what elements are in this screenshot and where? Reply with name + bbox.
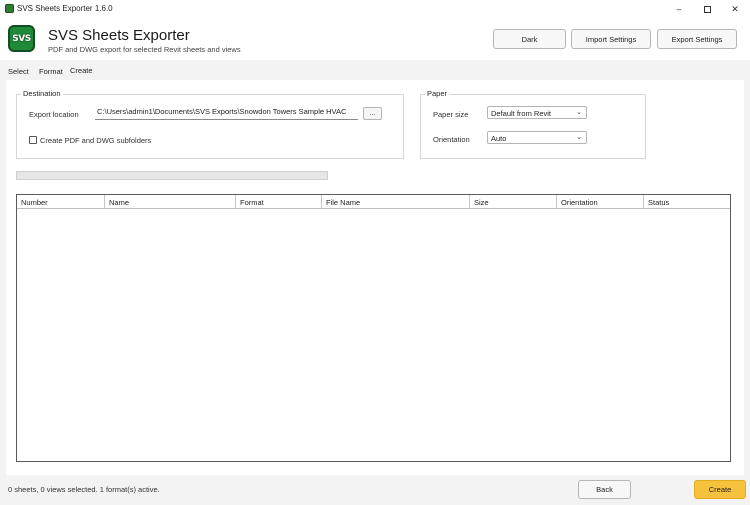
paper-title: Paper — [425, 89, 450, 98]
app-header: SVS SVS Sheets Exporter PDF and DWG expo… — [0, 18, 750, 60]
subfolders-label: Create PDF and DWG subfolders — [40, 136, 152, 145]
tab-create[interactable]: Create — [70, 66, 93, 75]
column-header-number[interactable]: Number — [17, 195, 105, 208]
orientation-label: Orientation — [433, 135, 470, 144]
column-header-file-name[interactable]: File Name — [322, 195, 470, 208]
column-header-format[interactable]: Format — [236, 195, 322, 208]
close-button[interactable]: ✕ — [721, 0, 749, 18]
export-results-table[interactable]: Number Name Format File Name Size Orient… — [16, 194, 731, 462]
subfolders-checkbox[interactable] — [29, 136, 37, 144]
logo-text: SVS — [12, 33, 31, 44]
app-subtitle: PDF and DWG export for selected Revit sh… — [48, 45, 241, 54]
paper-group: Paper Paper size Default from Revit ⌄ Or… — [420, 89, 646, 159]
export-location-input[interactable]: C:\Users\admin1\Documents\SVS Exports\Sn… — [95, 106, 358, 120]
destination-title: Destination — [21, 89, 63, 98]
close-icon: ✕ — [731, 3, 739, 14]
column-header-size[interactable]: Size — [470, 195, 557, 208]
paper-size-value: Default from Revit — [491, 109, 552, 118]
paper-size-label: Paper size — [433, 110, 469, 119]
destination-group: Destination Export location C:\Users\adm… — [16, 89, 404, 159]
maximize-icon — [703, 5, 711, 13]
app-name: SVS Sheets Exporter — [48, 27, 190, 44]
title-bar: SVS Sheets Exporter 1.6.0 – ✕ — [0, 0, 750, 18]
browse-button[interactable]: ... — [363, 107, 382, 120]
paper-size-select[interactable]: Default from Revit ⌄ — [487, 106, 587, 119]
column-header-orientation[interactable]: Orientation — [557, 195, 644, 208]
column-header-name[interactable]: Name — [105, 195, 236, 208]
export-progress-bar — [16, 171, 328, 180]
chevron-down-icon: ⌄ — [576, 109, 582, 116]
tab-bar: Select Format Create — [0, 64, 750, 78]
dark-mode-button[interactable]: Dark — [493, 29, 566, 49]
export-location-label: Export location — [29, 110, 79, 119]
create-button[interactable]: Create — [694, 480, 746, 499]
tab-format[interactable]: Format — [39, 67, 63, 76]
tab-select[interactable]: Select — [8, 67, 29, 76]
table-header: Number Name Format File Name Size Orient… — [17, 195, 730, 209]
window-title: SVS Sheets Exporter 1.6.0 — [17, 4, 113, 13]
orientation-select[interactable]: Auto ⌄ — [487, 131, 587, 144]
export-settings-button[interactable]: Export Settings — [657, 29, 737, 49]
minimize-button[interactable]: – — [665, 0, 693, 18]
column-header-status[interactable]: Status — [644, 195, 730, 208]
app-icon — [5, 4, 14, 13]
chevron-down-icon: ⌄ — [576, 134, 582, 141]
svs-logo: SVS — [8, 25, 35, 52]
orientation-value: Auto — [491, 134, 507, 143]
import-settings-button[interactable]: Import Settings — [571, 29, 651, 49]
minimize-icon: – — [676, 4, 682, 14]
selection-status: 0 sheets, 0 views selected. 1 format(s) … — [8, 485, 160, 494]
maximize-button[interactable] — [693, 0, 721, 18]
create-panel: Destination Export location C:\Users\adm… — [6, 80, 744, 475]
back-button[interactable]: Back — [578, 480, 631, 499]
